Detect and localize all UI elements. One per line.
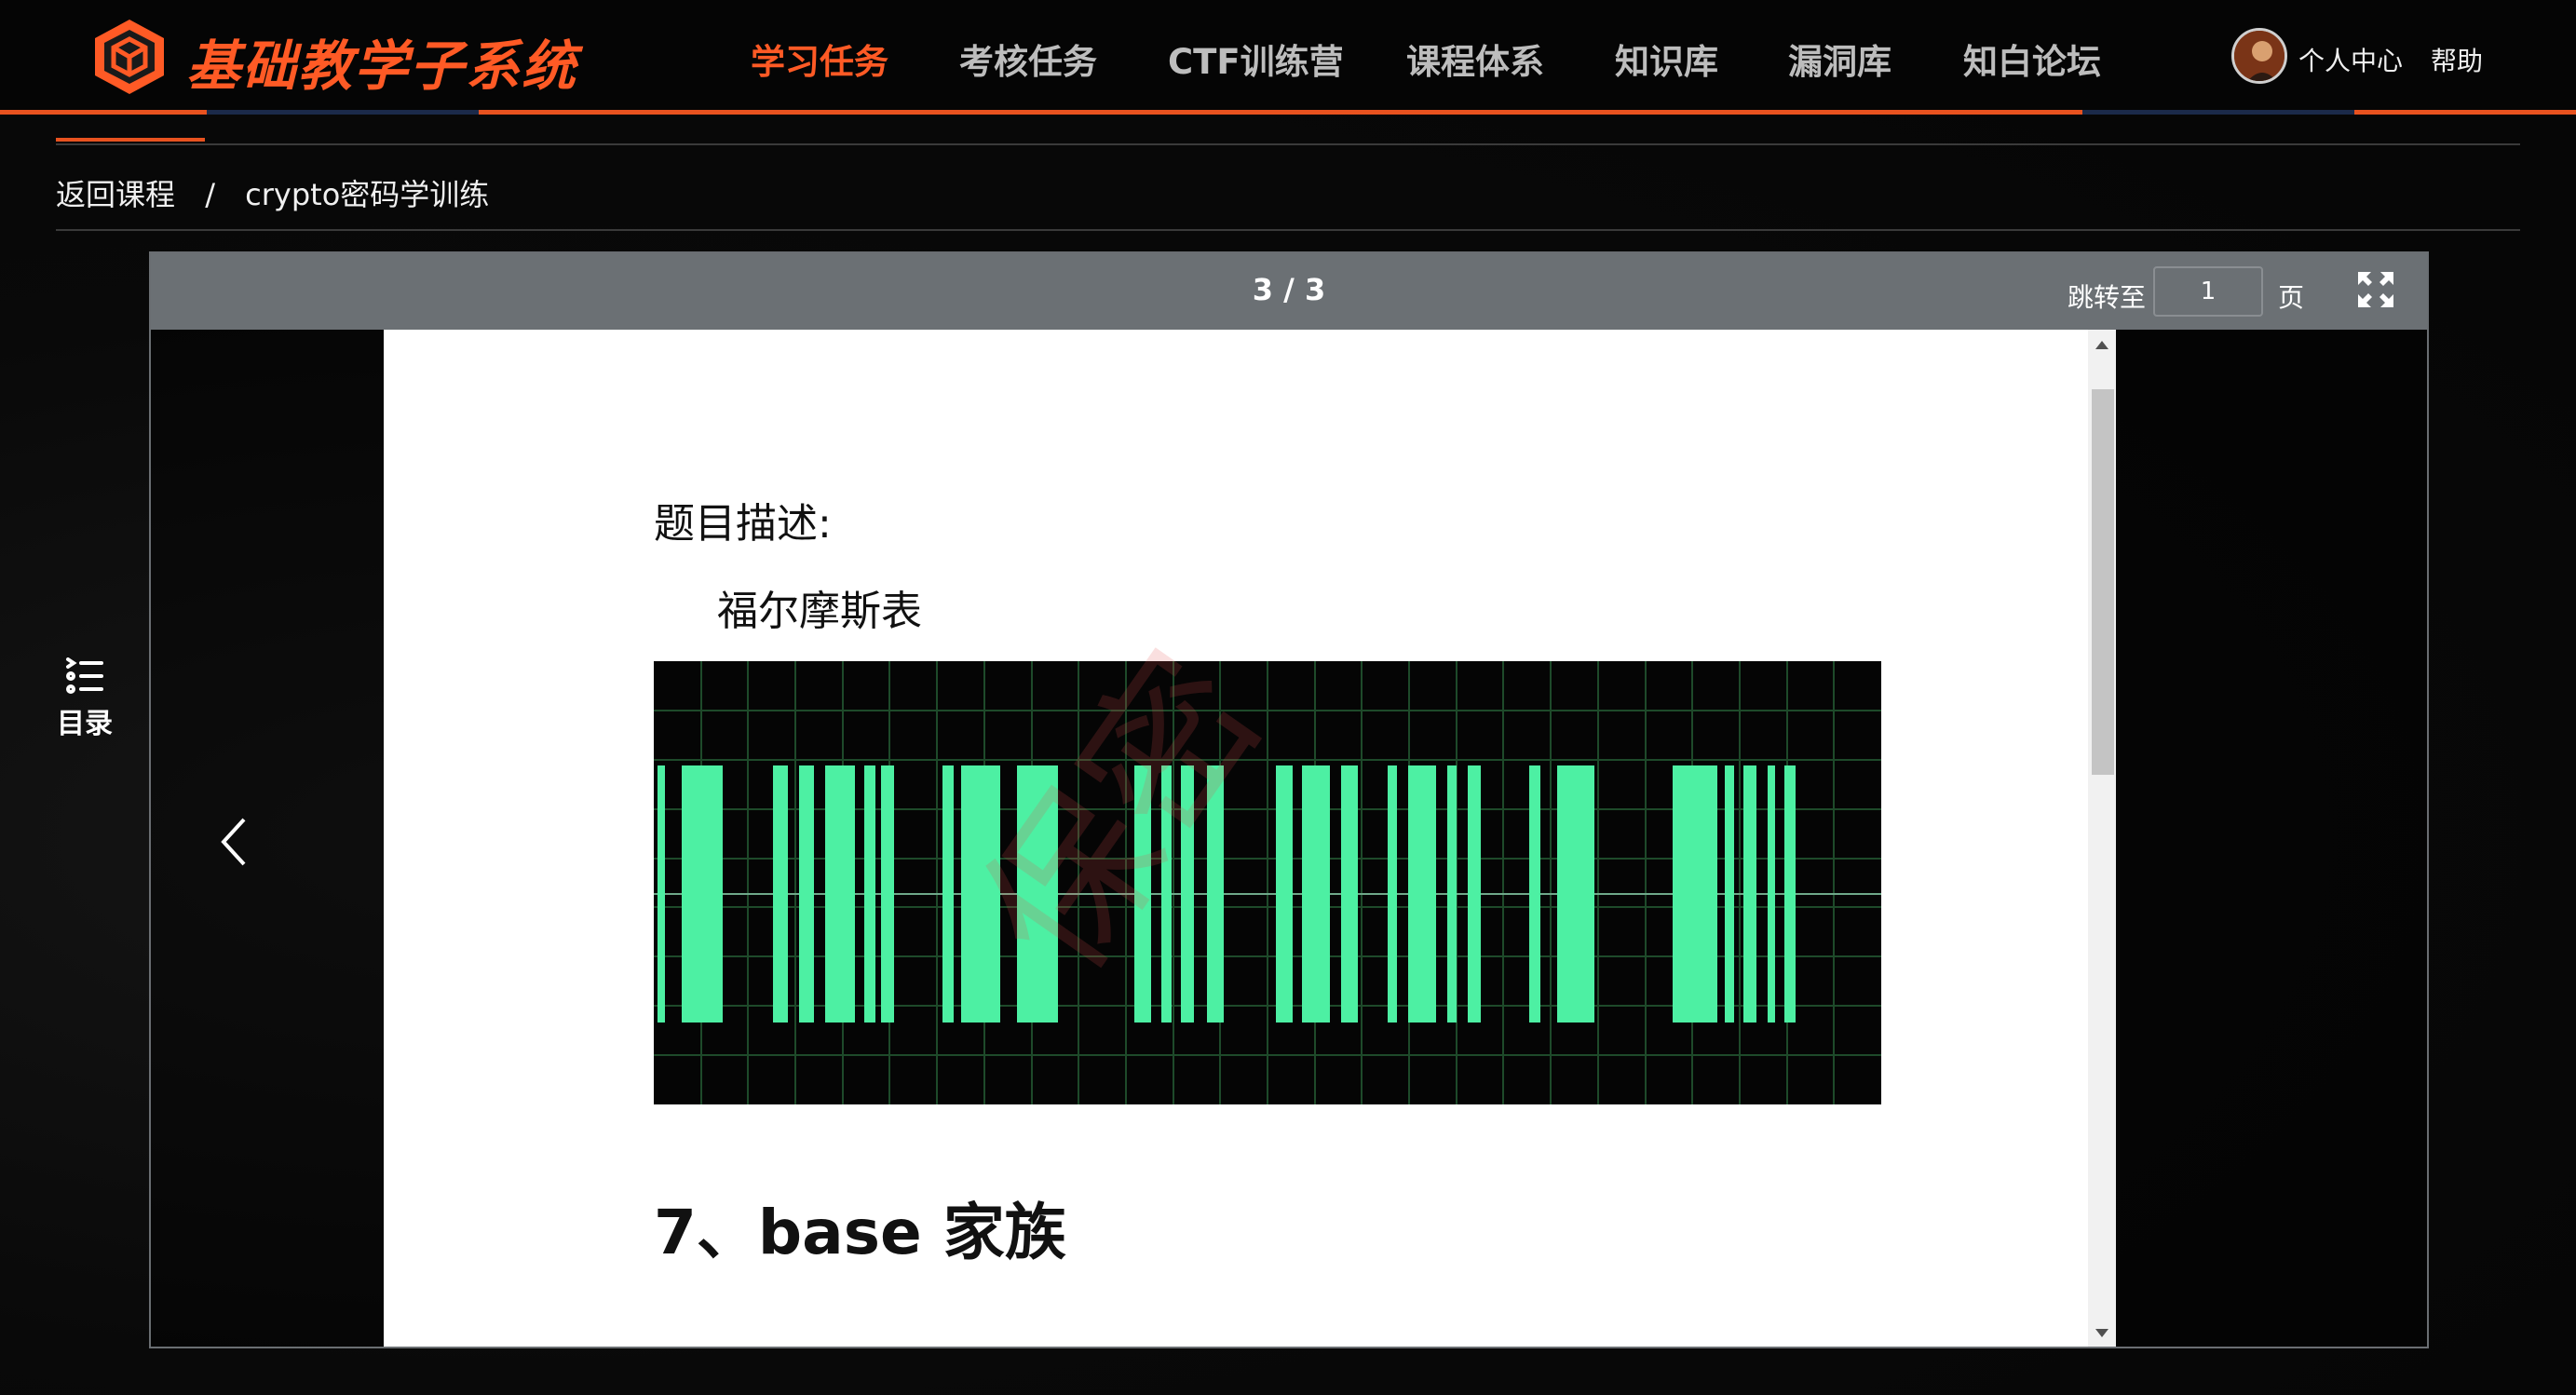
nav-vulnerability-db[interactable]: 漏洞库	[1788, 34, 1891, 84]
tab-underline	[56, 138, 205, 142]
signal-pulse	[1447, 765, 1457, 1023]
divider	[56, 229, 2520, 231]
header-divider-segment	[2082, 110, 2354, 115]
signal-pulse	[1725, 765, 1734, 1023]
list-icon	[66, 657, 103, 694]
doc-item-text: 福尔摩斯表	[717, 588, 922, 635]
fullscreen-icon[interactable]	[2356, 270, 2395, 309]
nav-forum[interactable]: 知白论坛	[1963, 34, 2101, 84]
scroll-thumb[interactable]	[2092, 389, 2114, 775]
top-navigation-bar: 基础教学子系统 学习任务 考核任务 CTF训练营 课程体系 知识库 漏洞库 知白…	[0, 0, 2576, 114]
logo-icon	[95, 20, 164, 94]
signal-pulse	[773, 765, 788, 1023]
prev-page-icon[interactable]	[218, 816, 250, 868]
divider	[56, 143, 2520, 145]
avatar[interactable]	[2231, 28, 2287, 84]
signal-pulse	[1673, 765, 1717, 1023]
signal-pulse	[1302, 765, 1330, 1023]
signal-pulse	[682, 765, 723, 1023]
brand-title[interactable]: 基础教学子系统	[186, 22, 577, 101]
doc-prompt-label: 题目描述:	[654, 500, 832, 548]
document-page: 题目描述: 福尔摩斯表 保密 7、base 家族	[384, 330, 2116, 1347]
document-viewer: 3 / 3 跳转至 页 题目描述: 福尔摩斯表 保密 7、base 家族	[149, 251, 2429, 1348]
signal-pulse	[1468, 765, 1481, 1023]
signal-pulse	[864, 765, 875, 1023]
toc-label: 目录	[57, 708, 113, 740]
nav-knowledge-base[interactable]: 知识库	[1615, 34, 1718, 84]
breadcrumb: 返回课程 / crypto密码学训练	[56, 171, 509, 214]
toc-button[interactable]: 目录	[52, 657, 117, 741]
nav-course-system[interactable]: 课程体系	[1406, 34, 1544, 84]
signal-pulse	[1388, 765, 1397, 1023]
header-divider-segment	[207, 110, 479, 115]
breadcrumb-separator: /	[205, 177, 215, 212]
nav-ctf-camp[interactable]: CTF训练营	[1168, 34, 1344, 84]
help-link[interactable]: 帮助	[2431, 41, 2483, 78]
jump-to-label: 跳转至	[2068, 282, 2147, 313]
signal-pulse	[658, 765, 665, 1023]
user-avatar-icon	[2234, 31, 2285, 81]
signal-pulse	[1408, 765, 1436, 1023]
signal-pulse	[1768, 765, 1775, 1023]
signal-pulse	[799, 765, 814, 1023]
nav-assessment-tasks[interactable]: 考核任务	[959, 34, 1097, 84]
signal-pulse	[1276, 765, 1293, 1023]
document-scrollbar[interactable]	[2088, 330, 2116, 1347]
signal-pulse	[1341, 765, 1358, 1023]
signal-pulse	[1529, 765, 1540, 1023]
signal-pulse	[825, 765, 855, 1023]
section-title: 7、base 家族	[654, 1197, 1066, 1268]
scroll-down-icon[interactable]	[2095, 1329, 2108, 1337]
signal-pulse	[1784, 765, 1796, 1023]
page-jump-input[interactable]	[2153, 266, 2263, 317]
signal-pulse	[1557, 765, 1594, 1023]
page-unit-label: 页	[2278, 282, 2305, 313]
user-center-link[interactable]: 个人中心	[2298, 41, 2403, 78]
breadcrumb-back-link[interactable]: 返回课程	[56, 177, 175, 212]
nav-learning-tasks[interactable]: 学习任务	[751, 34, 888, 84]
signal-pulse	[1743, 765, 1756, 1023]
viewer-toolbar: 3 / 3 跳转至 页	[151, 253, 2427, 330]
scroll-up-icon[interactable]	[2095, 341, 2108, 349]
breadcrumb-current: crypto密码学训练	[245, 177, 490, 212]
signal-pulse	[881, 765, 894, 1023]
